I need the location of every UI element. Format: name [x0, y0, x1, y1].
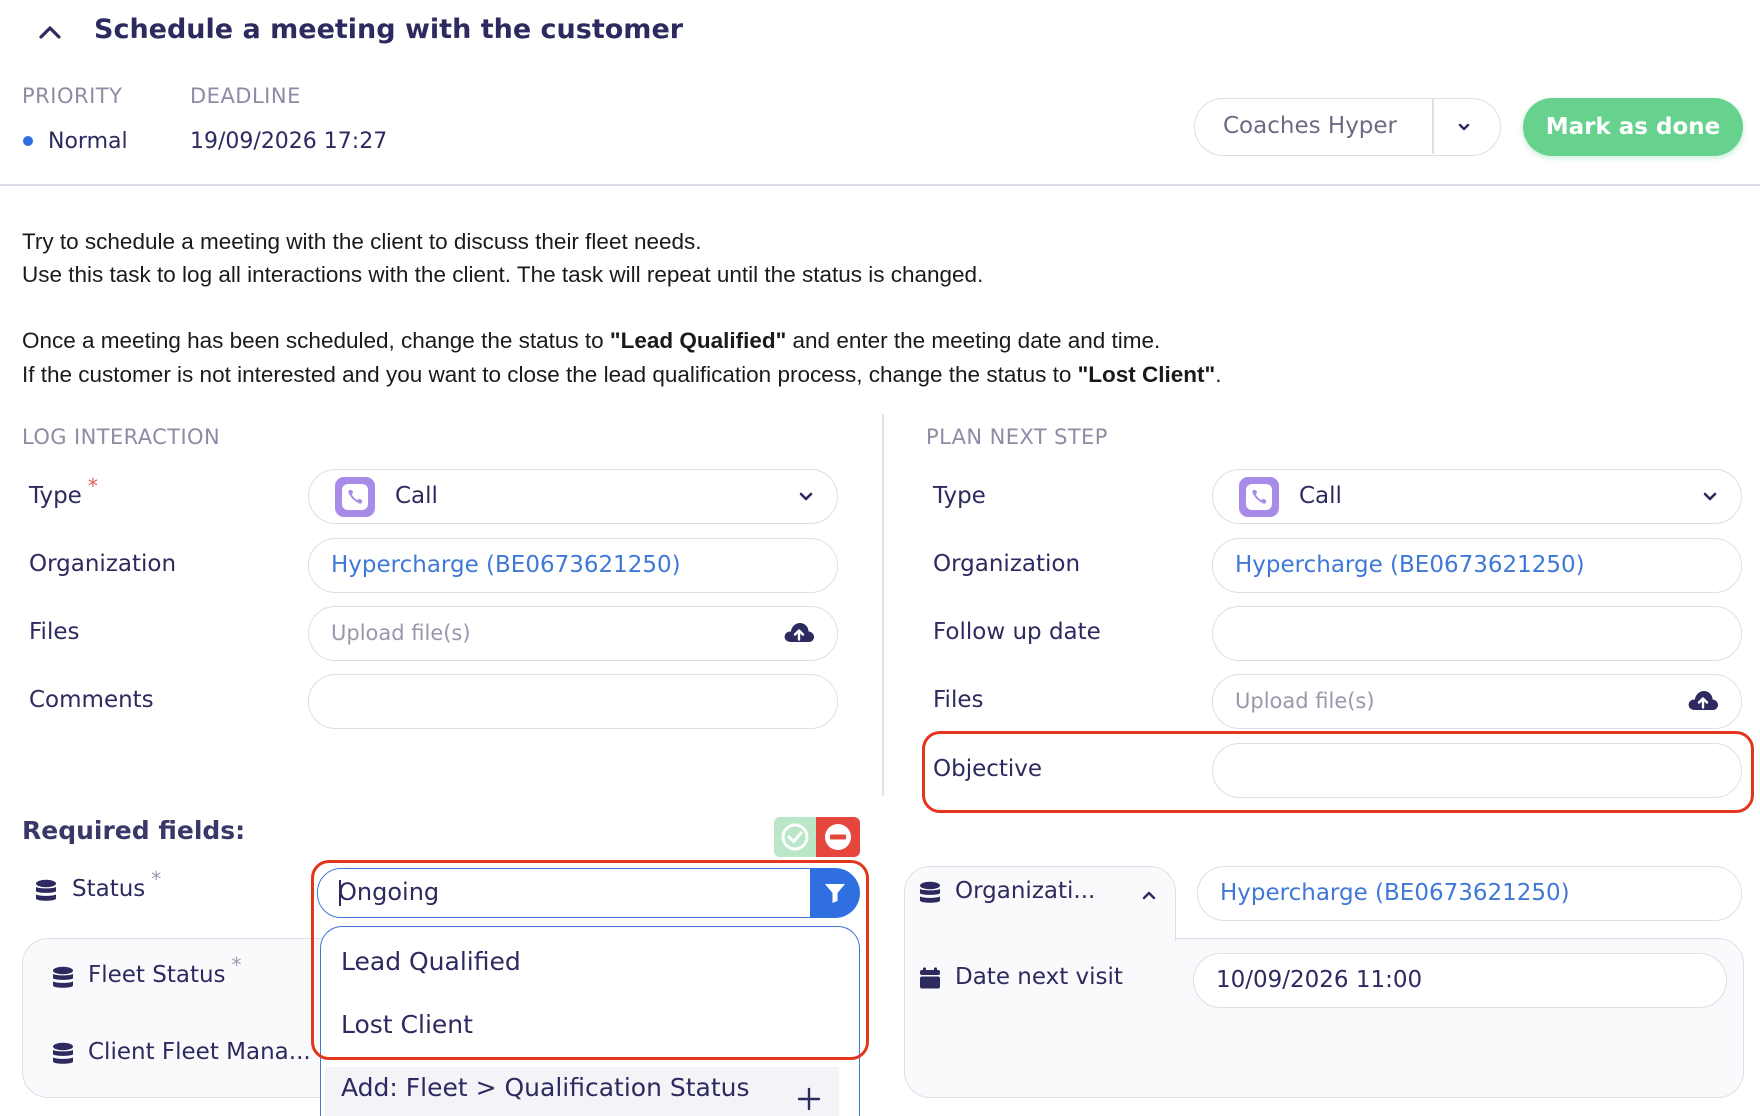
log-organization-value[interactable]: Hypercharge (BE0673621250)	[331, 539, 681, 591]
database-icon	[36, 879, 56, 901]
objective-input[interactable]	[1212, 743, 1742, 798]
log-comments-label: Comments	[29, 687, 154, 713]
log-type-select[interactable]: Call	[308, 469, 838, 524]
description-line-3: Once a meeting has been scheduled, chang…	[22, 328, 1160, 354]
task-title: Schedule a meeting with the customer	[94, 14, 684, 45]
column-divider	[882, 414, 884, 796]
log-type-label: Type *	[29, 474, 98, 509]
collapse-chevron-up-icon[interactable]	[38, 20, 62, 44]
follow-up-date-label: Follow up date	[933, 619, 1101, 645]
chevron-down-icon[interactable]	[795, 485, 817, 507]
database-icon	[920, 881, 940, 903]
chevron-up-icon[interactable]	[1138, 885, 1160, 907]
date-next-visit-input[interactable]: 10/09/2026 11:00	[1193, 953, 1727, 1008]
assignee-name: Coaches Hyper	[1223, 113, 1398, 139]
assignee-select[interactable]: Coaches Hyper	[1194, 98, 1501, 156]
calendar-icon	[920, 967, 940, 989]
description-line-2: Use this task to log all interactions wi…	[22, 262, 984, 287]
description-line-4: If the customer is not interested and yo…	[22, 362, 1221, 388]
reject-toggle[interactable]	[816, 817, 860, 857]
log-organization-label: Organization	[29, 551, 177, 577]
cloud-upload-icon[interactable]	[783, 620, 815, 646]
required-fields-title: Required fields:	[22, 816, 246, 845]
plus-icon[interactable]	[797, 1087, 821, 1111]
deadline-value: 19/09/2026 17:27	[190, 129, 388, 154]
chevron-down-icon[interactable]	[1453, 116, 1475, 138]
phone-icon	[335, 477, 375, 517]
plan-files-placeholder: Upload file(s)	[1235, 689, 1375, 713]
lost-client-emphasis: "Lost Client"	[1077, 362, 1216, 387]
description-line-1: Try to schedule a meeting with the clien…	[22, 229, 702, 254]
description-line-3-text: Once a meeting has been scheduled, chang…	[22, 328, 610, 353]
required-organization-label: Organizati...	[955, 878, 1096, 904]
minus-circle-icon	[825, 824, 851, 850]
database-icon	[53, 966, 73, 988]
priority-dot-icon	[23, 136, 33, 146]
fleet-status-label-text: Fleet Status	[88, 962, 226, 988]
check-circle-icon	[781, 823, 809, 851]
header-divider	[0, 184, 1760, 186]
plan-type-value: Call	[1299, 483, 1342, 509]
priority-label: PRIORITY	[22, 84, 123, 108]
cloud-upload-icon[interactable]	[1687, 688, 1719, 714]
log-comments-input[interactable]	[308, 674, 838, 729]
log-interaction-section-label: LOG INTERACTION	[22, 425, 221, 449]
date-next-visit-value: 10/09/2026 11:00	[1216, 967, 1423, 993]
date-next-visit-label: Date next visit	[955, 964, 1123, 990]
log-organization-field[interactable]: Hypercharge (BE0673621250)	[308, 538, 838, 593]
log-type-label-text: Type	[29, 483, 82, 509]
mark-as-done-button[interactable]: Mark as done	[1523, 98, 1743, 156]
required-asterisk: *	[87, 474, 98, 498]
log-files-upload[interactable]: Upload file(s)	[308, 606, 838, 661]
required-asterisk: *	[231, 953, 242, 977]
follow-up-date-input[interactable]	[1212, 606, 1742, 661]
log-files-label: Files	[29, 619, 80, 645]
database-icon	[53, 1042, 73, 1064]
phone-icon	[1239, 477, 1279, 517]
required-organization-field[interactable]: Hypercharge (BE0673621250)	[1197, 866, 1742, 921]
log-files-placeholder: Upload file(s)	[331, 621, 471, 645]
plan-type-select[interactable]: Call	[1212, 469, 1742, 524]
client-fleet-manager-label: Client Fleet Mana...	[88, 1039, 311, 1065]
confirm-toggle[interactable]	[774, 817, 816, 857]
assignee-divider	[1432, 99, 1434, 154]
add-qualification-status-option[interactable]: Add: Fleet > Qualification Status	[341, 1073, 750, 1102]
chevron-down-icon[interactable]	[1699, 485, 1721, 507]
plan-organization-field[interactable]: Hypercharge (BE0673621250)	[1212, 538, 1742, 593]
required-asterisk: *	[151, 867, 162, 891]
description-line-4-text: If the customer is not interested and yo…	[22, 362, 1078, 387]
description-line-4-end: .	[1215, 362, 1222, 387]
required-organization-value[interactable]: Hypercharge (BE0673621250)	[1220, 867, 1570, 919]
status-highlight-box	[311, 860, 869, 1060]
status-label: Status *	[72, 867, 161, 902]
description-line-3-end: and enter the meeting date and time.	[786, 328, 1161, 353]
fleet-status-label: Fleet Status *	[88, 953, 242, 988]
plan-next-step-section-label: PLAN NEXT STEP	[926, 425, 1108, 449]
status-label-text: Status	[72, 876, 146, 902]
lead-qualified-emphasis: "Lead Qualified"	[609, 328, 787, 353]
plan-files-upload[interactable]: Upload file(s)	[1212, 674, 1742, 729]
priority-value: Normal	[48, 129, 128, 154]
plan-organization-label: Organization	[933, 551, 1081, 577]
log-type-value: Call	[395, 483, 438, 509]
plan-organization-value[interactable]: Hypercharge (BE0673621250)	[1235, 539, 1585, 591]
plan-type-label: Type	[933, 483, 986, 509]
deadline-label: DEADLINE	[190, 84, 301, 108]
plan-files-label: Files	[933, 687, 984, 713]
objective-label: Objective	[933, 756, 1043, 782]
